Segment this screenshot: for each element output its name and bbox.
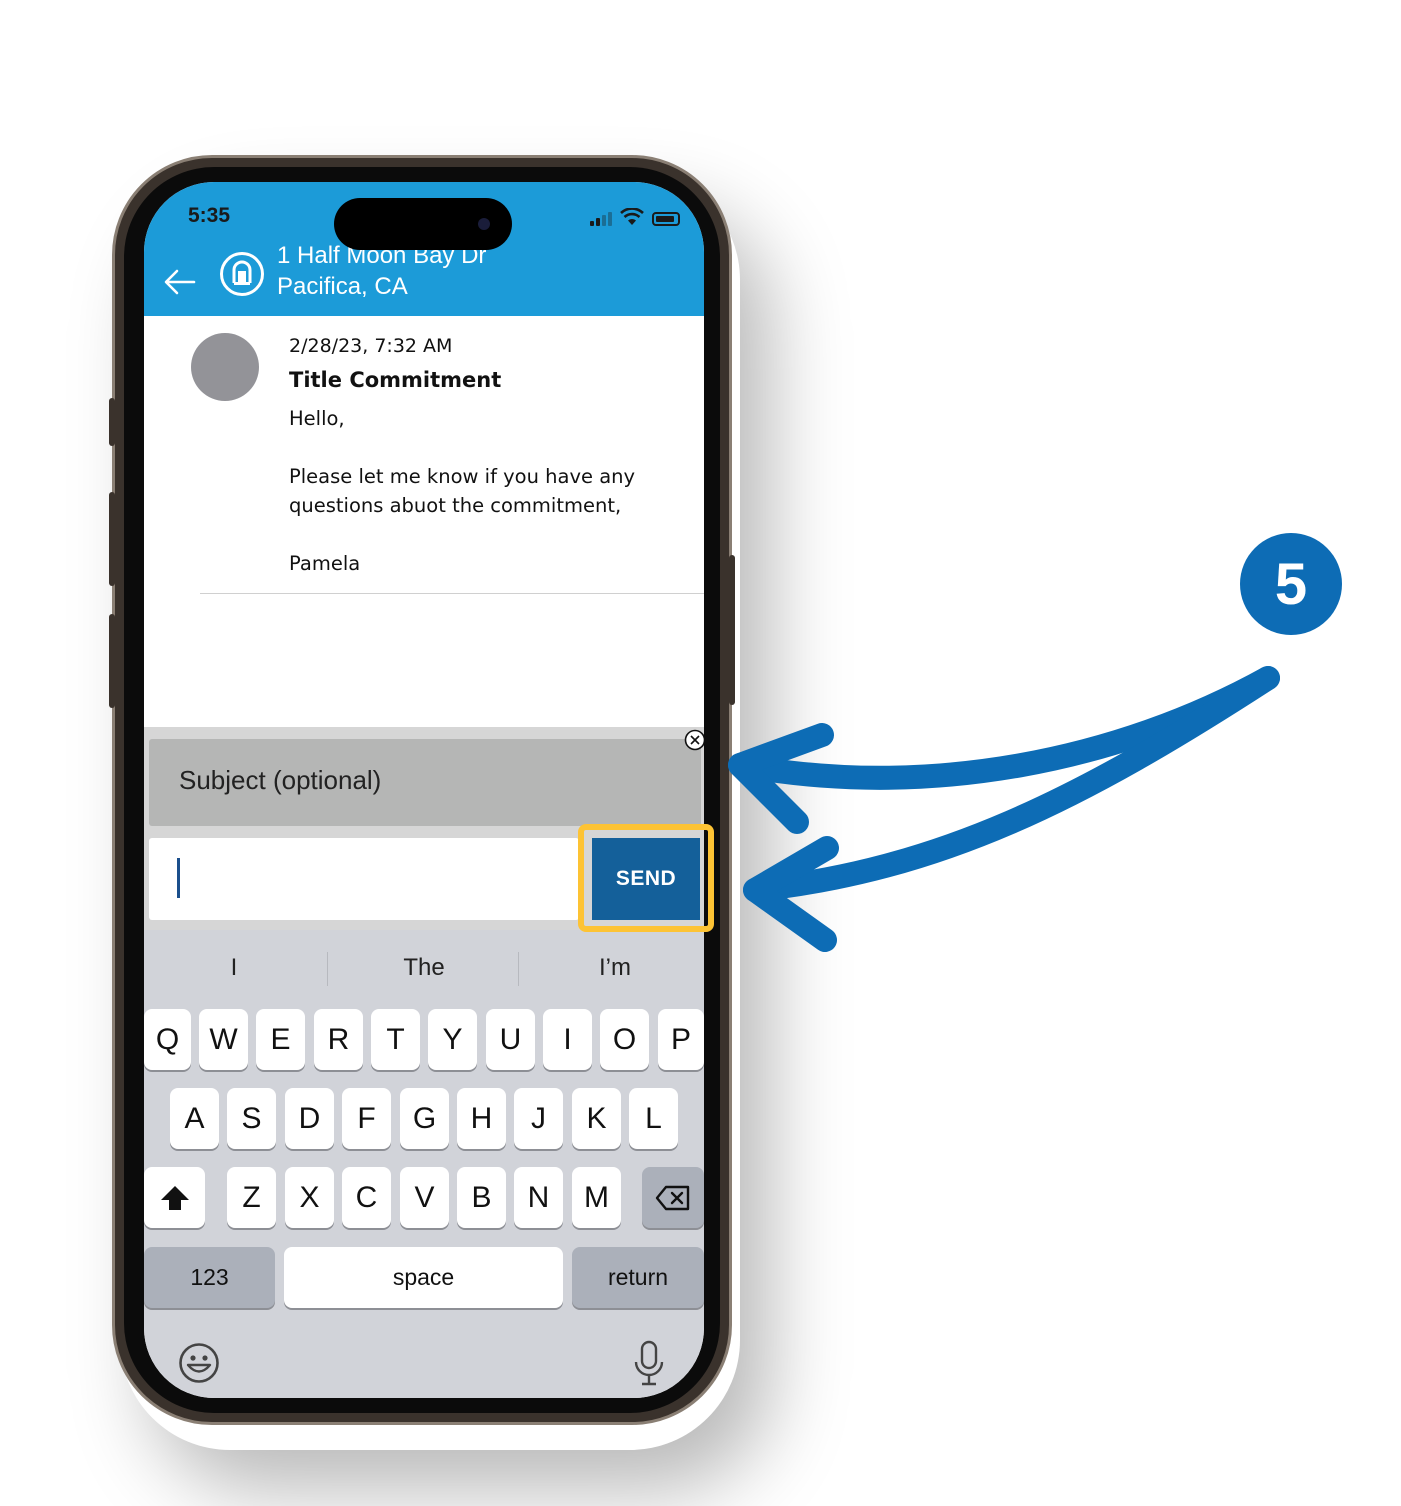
lower-arrowhead [743,836,839,952]
phone-volume-up [109,492,115,586]
close-icon[interactable] [684,729,704,751]
lower-arrow-curve [743,666,1280,902]
key-k[interactable]: K [572,1088,621,1149]
dynamic-island [334,198,512,250]
status-time: 5:35 [188,204,231,227]
microphone-icon[interactable] [632,1340,666,1386]
key-x[interactable]: X [285,1167,334,1228]
back-arrow-icon[interactable] [162,267,198,297]
suggestion-divider [518,952,519,986]
key-j[interactable]: J [514,1088,563,1149]
phone-screen: 5:35 1 Half Moon Bay Dr Pacifica, CA 2/2… [144,182,704,1398]
status-icons [590,208,680,226]
message-body: Hello, Please let me know if you have an… [289,407,636,575]
key-v[interactable]: V [400,1167,449,1228]
message-divider [200,593,704,594]
subject-placeholder: Subject (optional) [179,765,382,795]
suggestion-divider [327,952,328,986]
shift-icon [160,1185,189,1210]
return-key[interactable]: return [572,1247,704,1308]
phone-power-button [729,555,735,705]
phone-volume-down [109,614,115,708]
key-e[interactable]: E [256,1009,305,1070]
app-header: 5:35 1 Half Moon Bay Dr Pacifica, CA [144,182,704,316]
step-badge: 5 [1240,533,1342,635]
key-c[interactable]: C [342,1167,391,1228]
key-l[interactable]: L [629,1088,678,1149]
key-y[interactable]: Y [428,1009,477,1070]
key-u[interactable]: U [486,1009,535,1070]
keyboard: I The I’m Q W E R T Y U I O P A S D F G … [144,930,704,1398]
phone-mute-switch [109,398,115,446]
numbers-key[interactable]: 123 [144,1247,275,1308]
message-input[interactable] [149,838,579,920]
key-d[interactable]: D [285,1088,334,1149]
key-z[interactable]: Z [227,1167,276,1228]
key-b[interactable]: B [457,1167,506,1228]
shift-key[interactable] [144,1167,205,1228]
message-date: 2/28/23, 7:32 AM [289,335,453,357]
key-o[interactable]: O [600,1009,649,1070]
key-m[interactable]: M [572,1167,621,1228]
suggestion-1[interactable]: I [144,948,327,988]
app-logo-icon [220,252,264,296]
address-line-2: Pacifica, CA [277,273,408,300]
key-p[interactable]: P [658,1009,704,1070]
wifi-icon [620,208,644,225]
key-w[interactable]: W [199,1009,248,1070]
battery-icon [652,212,680,226]
send-highlight-box [578,824,714,932]
key-n[interactable]: N [514,1167,563,1228]
delete-key[interactable] [642,1167,704,1228]
key-g[interactable]: G [400,1088,449,1149]
cellular-signal-icon [590,212,612,226]
key-f[interactable]: F [342,1088,391,1149]
subject-input[interactable]: Subject (optional) [149,739,701,826]
key-t[interactable]: T [371,1009,420,1070]
upper-arrow-curve [728,666,1280,790]
space-key[interactable]: space [284,1247,563,1308]
message-subject: Title Commitment [289,368,502,392]
key-i[interactable]: I [543,1009,592,1070]
upper-arrowhead [728,723,834,834]
sender-avatar [191,333,259,401]
suggestion-2[interactable]: The [331,948,517,988]
backspace-icon [655,1185,690,1210]
key-h[interactable]: H [457,1088,506,1149]
emoji-icon[interactable] [178,1342,220,1384]
key-a[interactable]: A [170,1088,219,1149]
key-s[interactable]: S [227,1088,276,1149]
suggestion-3[interactable]: I’m [522,948,704,988]
front-camera [478,218,490,230]
key-q[interactable]: Q [144,1009,191,1070]
text-cursor [177,858,180,898]
key-r[interactable]: R [314,1009,363,1070]
